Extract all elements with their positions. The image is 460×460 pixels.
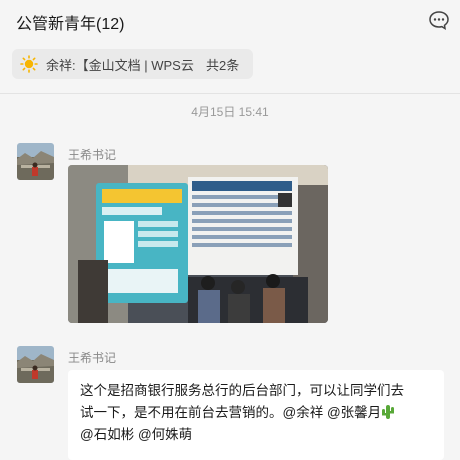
chat-bubble-more-icon[interactable] <box>428 9 450 31</box>
sun-icon <box>20 55 38 73</box>
message-text: 这个是招商银行服务总行的后台部门，可以让同学们去 试一下，是不用在前台去营销的。… <box>80 380 440 446</box>
message-sender: 王希书记 <box>68 148 117 162</box>
message-bubble[interactable]: 这个是招商银行服务总行的后台部门，可以让同学们去 试一下，是不用在前台去营销的。… <box>68 370 444 460</box>
message-timestamp: 4月15日 15:41 <box>191 105 269 119</box>
message-image[interactable] <box>68 165 328 323</box>
message-line: 试一下，是不用在前台去营销的。@余祥 @张馨月 <box>80 402 440 424</box>
avatar[interactable] <box>17 346 54 383</box>
message-sender: 王希书记 <box>68 351 117 365</box>
pinned-message-text: 余祥:【金山文档 | WPS云… <box>46 57 194 73</box>
chat-title: 公管新青年(12) <box>16 16 125 33</box>
message-line-text: 试一下，是不用在前台去营销的。@余祥 @张馨月 <box>80 405 382 420</box>
divider <box>0 93 460 94</box>
pinned-message-bar[interactable]: 余祥:【金山文档 | WPS云… 共2条 <box>12 49 253 79</box>
cactus-icon <box>382 405 395 419</box>
avatar[interactable] <box>17 143 54 180</box>
message-line: @石如彬 @何姝萌 <box>80 427 193 442</box>
pinned-message-count: 共2条 <box>206 57 240 73</box>
chat-header: 公管新青年(12) <box>0 0 460 40</box>
message-line: 这个是招商银行服务总行的后台部门，可以让同学们去 <box>80 383 404 398</box>
